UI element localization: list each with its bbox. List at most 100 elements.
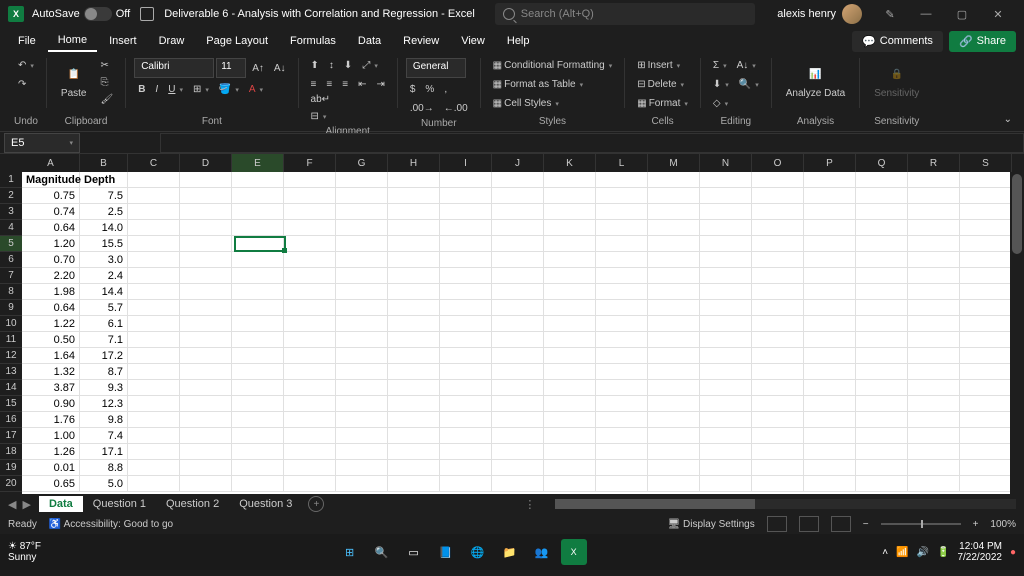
cell[interactable] xyxy=(544,220,596,236)
cell[interactable] xyxy=(648,476,700,492)
cell[interactable] xyxy=(232,348,284,364)
cell[interactable] xyxy=(960,332,1012,348)
file-explorer-icon[interactable]: 📁 xyxy=(497,539,523,565)
cell[interactable] xyxy=(232,476,284,492)
cell[interactable] xyxy=(336,172,388,188)
column-header-j[interactable]: J xyxy=(492,154,544,172)
column-header-l[interactable]: L xyxy=(596,154,648,172)
cell[interactable] xyxy=(596,236,648,252)
fill-color-button[interactable]: 🪣▾ xyxy=(215,82,243,97)
orientation-icon[interactable]: ⤢▾ xyxy=(358,58,382,73)
cell[interactable] xyxy=(232,284,284,300)
row-header[interactable]: 5 xyxy=(0,236,22,252)
cell[interactable] xyxy=(284,220,336,236)
cell[interactable] xyxy=(908,284,960,300)
cell[interactable] xyxy=(336,348,388,364)
cell[interactable] xyxy=(596,460,648,476)
cell[interactable] xyxy=(752,284,804,300)
column-header-b[interactable]: B xyxy=(80,154,128,172)
cell[interactable] xyxy=(388,428,440,444)
column-header-a[interactable]: A xyxy=(22,154,80,172)
cell[interactable] xyxy=(752,444,804,460)
zoom-in-button[interactable]: + xyxy=(973,519,979,530)
clear-button[interactable]: ◇▾ xyxy=(709,96,732,111)
cell[interactable] xyxy=(856,332,908,348)
cell[interactable] xyxy=(232,428,284,444)
select-all-button[interactable] xyxy=(0,154,22,172)
fill-button[interactable]: ⬇▾ xyxy=(709,77,733,92)
tab-formulas[interactable]: Formulas xyxy=(280,31,346,51)
cell[interactable] xyxy=(700,364,752,380)
cell[interactable] xyxy=(752,236,804,252)
column-header-f[interactable]: F xyxy=(284,154,336,172)
cell[interactable]: 1.00 xyxy=(22,428,80,444)
cell[interactable] xyxy=(804,172,856,188)
row-header[interactable]: 12 xyxy=(0,348,22,364)
cell[interactable] xyxy=(492,204,544,220)
cell[interactable] xyxy=(856,220,908,236)
sheet-nav-next[interactable]: ▶ xyxy=(22,498,30,511)
cell[interactable]: 1.26 xyxy=(22,444,80,460)
cell[interactable] xyxy=(492,476,544,492)
align-right-icon[interactable]: ≡ xyxy=(338,77,352,92)
cell[interactable] xyxy=(388,188,440,204)
cell[interactable] xyxy=(544,236,596,252)
cell[interactable] xyxy=(440,316,492,332)
column-header-g[interactable]: G xyxy=(336,154,388,172)
column-header-m[interactable]: M xyxy=(648,154,700,172)
cell[interactable] xyxy=(700,412,752,428)
cell[interactable] xyxy=(700,284,752,300)
cell[interactable] xyxy=(388,300,440,316)
row-header[interactable]: 11 xyxy=(0,332,22,348)
volume-icon[interactable]: 🔊 xyxy=(917,547,929,558)
cell[interactable] xyxy=(440,444,492,460)
edge-icon[interactable]: 🌐 xyxy=(465,539,491,565)
cell[interactable] xyxy=(284,396,336,412)
cell[interactable] xyxy=(336,236,388,252)
cell[interactable] xyxy=(388,284,440,300)
cell[interactable]: 5.7 xyxy=(80,300,128,316)
cell[interactable] xyxy=(180,428,232,444)
notifications-icon[interactable]: ● xyxy=(1010,547,1016,558)
row-header[interactable]: 8 xyxy=(0,284,22,300)
cell[interactable] xyxy=(804,476,856,492)
cell[interactable] xyxy=(492,220,544,236)
cell[interactable] xyxy=(440,364,492,380)
cell[interactable] xyxy=(908,364,960,380)
page-break-view-button[interactable] xyxy=(831,516,851,532)
cell[interactable] xyxy=(648,444,700,460)
cell[interactable] xyxy=(336,188,388,204)
cell[interactable] xyxy=(336,444,388,460)
cell[interactable] xyxy=(492,172,544,188)
cell[interactable]: 1.22 xyxy=(22,316,80,332)
cell[interactable] xyxy=(700,428,752,444)
cell[interactable] xyxy=(232,380,284,396)
cell[interactable] xyxy=(180,380,232,396)
cell[interactable] xyxy=(856,460,908,476)
cell[interactable] xyxy=(752,348,804,364)
cell[interactable] xyxy=(648,236,700,252)
cell[interactable] xyxy=(856,444,908,460)
font-name-select[interactable]: Calibri xyxy=(134,58,214,78)
cell[interactable] xyxy=(908,444,960,460)
cell[interactable] xyxy=(440,172,492,188)
cell[interactable] xyxy=(648,380,700,396)
cell[interactable] xyxy=(648,188,700,204)
cell[interactable] xyxy=(804,348,856,364)
maximize-button[interactable]: ▢ xyxy=(944,0,980,28)
cell[interactable] xyxy=(492,332,544,348)
cell[interactable] xyxy=(284,204,336,220)
cell[interactable] xyxy=(700,332,752,348)
tab-review[interactable]: Review xyxy=(393,31,449,51)
cell[interactable]: 9.8 xyxy=(80,412,128,428)
cell[interactable] xyxy=(596,428,648,444)
cell[interactable] xyxy=(856,172,908,188)
cell[interactable] xyxy=(596,364,648,380)
cell[interactable] xyxy=(492,412,544,428)
cell[interactable] xyxy=(388,444,440,460)
cell[interactable] xyxy=(284,252,336,268)
cell[interactable]: 17.1 xyxy=(80,444,128,460)
column-header-e[interactable]: E xyxy=(232,154,284,172)
cell[interactable] xyxy=(336,460,388,476)
row-header[interactable]: 16 xyxy=(0,412,22,428)
